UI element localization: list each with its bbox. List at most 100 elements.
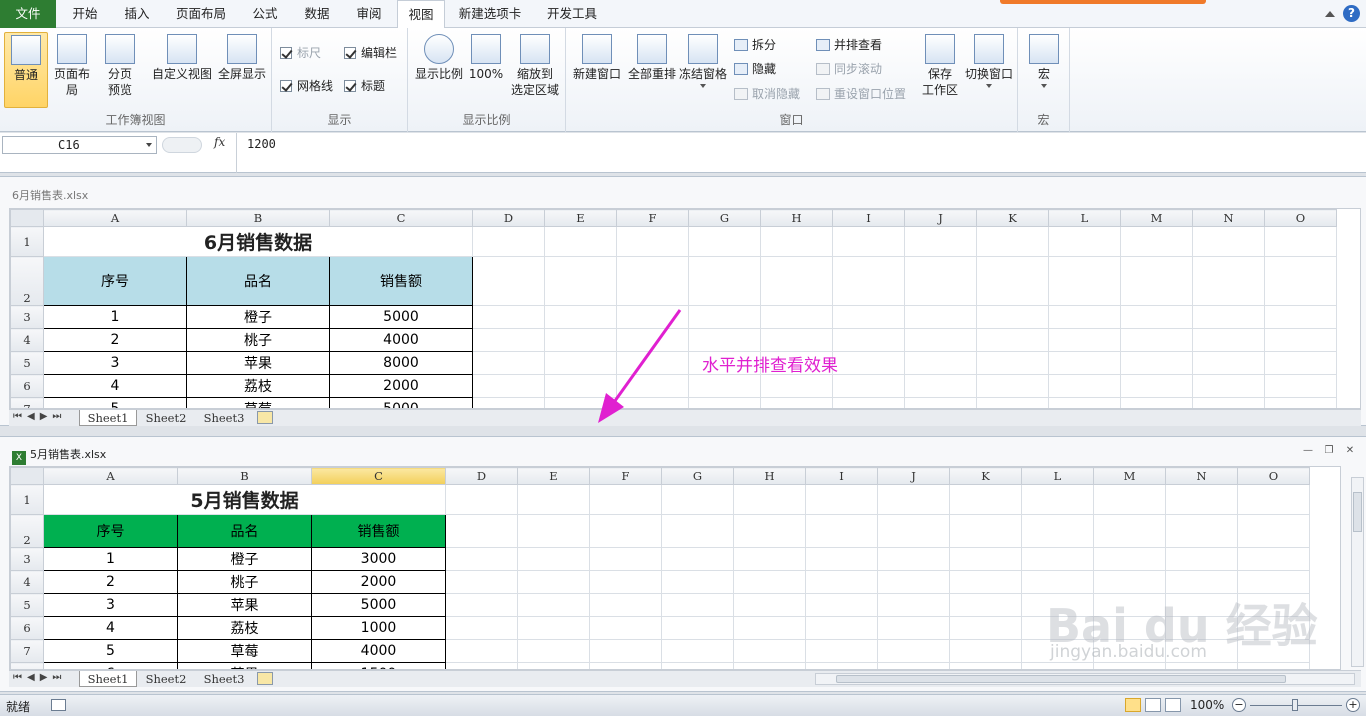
cell[interactable]: 5000 — [311, 593, 446, 617]
column-header[interactable]: M — [1120, 209, 1193, 227]
sheet-tab-sheet2[interactable]: Sheet2 — [137, 410, 195, 426]
cell[interactable] — [877, 570, 950, 594]
name-box[interactable]: C16 — [2, 136, 157, 154]
tab-home[interactable]: 开始 — [62, 0, 108, 28]
cell[interactable] — [832, 351, 905, 375]
row-header[interactable]: 6 — [10, 374, 44, 398]
cell[interactable] — [904, 226, 977, 257]
cell[interactable] — [832, 328, 905, 352]
cell[interactable]: 1 — [43, 547, 178, 571]
cell[interactable] — [445, 639, 518, 663]
cell[interactable] — [832, 374, 905, 398]
cell[interactable]: 1000 — [311, 616, 446, 640]
restore-icon[interactable]: ❐ — [1323, 445, 1335, 457]
zoom-out-button[interactable]: − — [1232, 698, 1246, 712]
cell[interactable] — [877, 484, 950, 515]
cell[interactable] — [517, 570, 590, 594]
column-header[interactable]: O — [1237, 467, 1310, 485]
cell[interactable] — [1237, 484, 1310, 515]
cell[interactable] — [445, 484, 518, 515]
row-header[interactable]: 5 — [10, 351, 44, 375]
help-icon[interactable]: ? — [1343, 5, 1360, 22]
cell[interactable] — [1264, 256, 1337, 306]
cell[interactable] — [517, 662, 590, 669]
cell[interactable] — [877, 639, 950, 663]
column-header[interactable]: F — [589, 467, 662, 485]
column-header[interactable]: H — [733, 467, 806, 485]
cell[interactable] — [1021, 484, 1094, 515]
cell[interactable] — [445, 570, 518, 594]
column-header[interactable]: K — [976, 209, 1049, 227]
cell[interactable] — [1120, 305, 1193, 329]
cell[interactable] — [1192, 305, 1265, 329]
cell[interactable] — [976, 374, 1049, 398]
page-layout-view-icon[interactable] — [1145, 698, 1161, 712]
header-cell[interactable]: 销售额 — [329, 256, 473, 306]
cell[interactable] — [760, 305, 833, 329]
cell[interactable] — [544, 256, 617, 306]
sheet-tab-sheet1[interactable]: Sheet1 — [79, 410, 137, 426]
cell[interactable] — [1048, 256, 1121, 306]
column-header[interactable]: D — [445, 467, 518, 485]
cell[interactable] — [1165, 547, 1238, 571]
cell[interactable] — [517, 547, 590, 571]
row-header[interactable]: 1 — [10, 484, 44, 515]
cell[interactable]: 5 — [43, 639, 178, 663]
cell[interactable] — [877, 593, 950, 617]
macros-button[interactable]: 宏 — [1022, 32, 1066, 88]
zoom-slider-thumb[interactable] — [1292, 699, 1298, 711]
cell[interactable] — [733, 484, 806, 515]
cell[interactable] — [445, 514, 518, 548]
row-header[interactable]: 2 — [10, 256, 44, 306]
custom-views-button[interactable]: 自定义视图 — [150, 32, 214, 82]
cell[interactable] — [1120, 328, 1193, 352]
scrollbar-thumb[interactable] — [836, 675, 1286, 683]
cell[interactable] — [1021, 662, 1094, 669]
cell[interactable] — [733, 547, 806, 571]
cell[interactable] — [904, 328, 977, 352]
cell[interactable] — [877, 514, 950, 548]
cell[interactable] — [832, 226, 905, 257]
tab-view[interactable]: 视图 — [397, 0, 445, 29]
hide-button[interactable]: 隐藏 — [734, 59, 776, 79]
cell[interactable] — [904, 397, 977, 408]
column-header[interactable]: J — [904, 209, 977, 227]
cell[interactable] — [805, 570, 878, 594]
sheet-tab-sheet2[interactable]: Sheet2 — [137, 671, 195, 687]
cell[interactable] — [688, 397, 761, 408]
cell[interactable] — [1048, 397, 1121, 408]
row-header[interactable]: 4 — [10, 570, 44, 594]
cell[interactable]: 1500 — [311, 662, 446, 669]
cell[interactable] — [1192, 397, 1265, 408]
cell[interactable] — [589, 662, 662, 669]
cell[interactable] — [472, 397, 545, 408]
cell[interactable] — [688, 256, 761, 306]
sheet-nav-arrows-icon[interactable]: ⏮◀▶⏭ — [13, 672, 66, 683]
insert-sheet-icon[interactable] — [257, 672, 273, 685]
cell[interactable] — [805, 616, 878, 640]
save-workspace-button[interactable]: 保存 工作区 — [916, 32, 964, 98]
cell[interactable] — [1093, 547, 1166, 571]
cell[interactable] — [877, 662, 950, 669]
cell[interactable] — [1165, 662, 1238, 669]
column-header[interactable]: K — [949, 467, 1022, 485]
sheet-title-cell[interactable]: 6月销售数据 — [43, 226, 473, 257]
cell[interactable] — [661, 616, 734, 640]
cell[interactable] — [1264, 374, 1337, 398]
cell[interactable] — [805, 639, 878, 663]
cell[interactable]: 橙子 — [177, 547, 312, 571]
cell[interactable] — [589, 514, 662, 548]
cell[interactable] — [1021, 547, 1094, 571]
cell[interactable] — [904, 256, 977, 306]
cell[interactable] — [1120, 397, 1193, 408]
close-icon[interactable]: ✕ — [1344, 445, 1356, 457]
cell[interactable] — [1120, 374, 1193, 398]
row-header[interactable]: 7 — [10, 639, 44, 663]
cell[interactable]: 荔枝 — [186, 374, 330, 398]
insert-sheet-icon[interactable] — [257, 411, 273, 424]
cell[interactable] — [1093, 514, 1166, 548]
sheet-tab-sheet3[interactable]: Sheet3 — [195, 410, 253, 426]
full-screen-button[interactable]: 全屏显示 — [216, 32, 268, 82]
column-header[interactable]: A — [43, 209, 187, 227]
cell[interactable] — [1192, 374, 1265, 398]
